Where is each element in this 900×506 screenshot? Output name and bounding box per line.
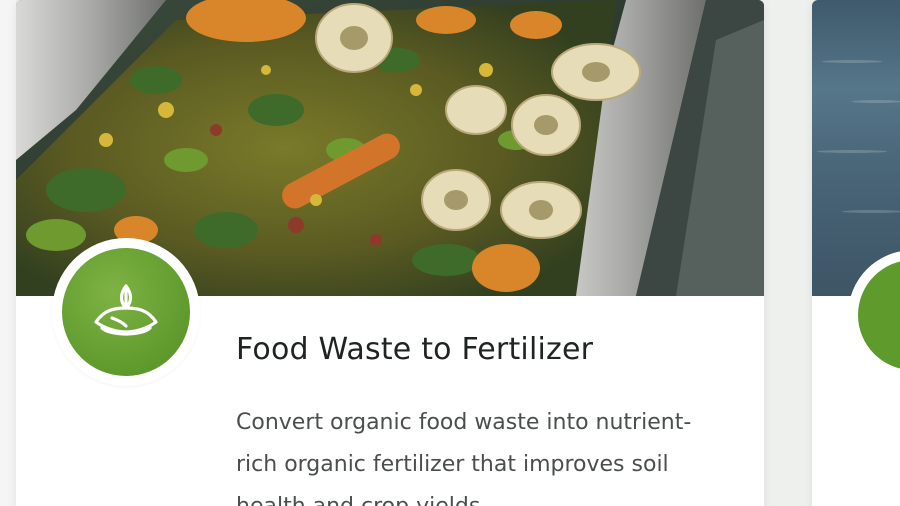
green-circle-icon: [858, 260, 900, 370]
previous-card-edge[interactable]: [0, 0, 16, 506]
card-title: Food Waste to Fertilizer: [236, 332, 594, 367]
card-description: Convert organic food waste into nutrient…: [236, 410, 692, 506]
service-card[interactable]: Food Waste to Fertilizer Convert organic…: [16, 0, 764, 506]
water-surface-image: [812, 0, 900, 296]
next-card-partial[interactable]: [812, 0, 900, 506]
services-carousel: Food Waste to Fertilizer Convert organic…: [0, 0, 900, 506]
compost-leaf-icon: [62, 248, 190, 376]
compost-badge: [52, 238, 200, 386]
